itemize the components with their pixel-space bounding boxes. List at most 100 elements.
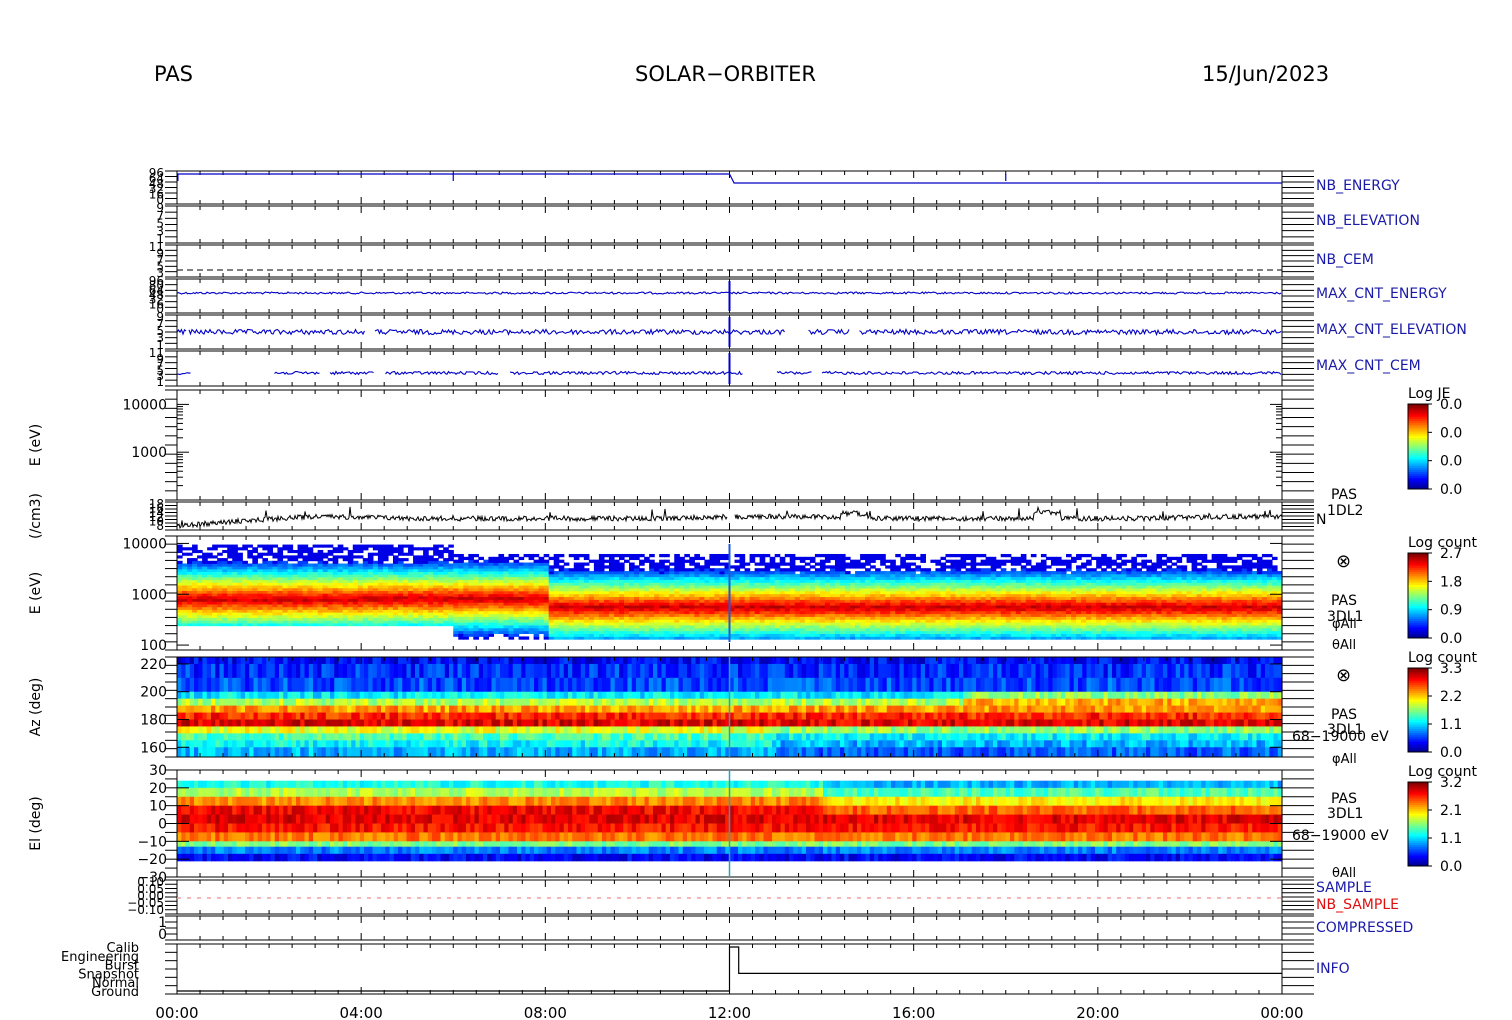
spectrogram-cell xyxy=(749,553,756,558)
spectrogram-cell xyxy=(227,617,233,621)
spectrogram-cell xyxy=(794,627,801,632)
spectrogram-cell xyxy=(578,553,585,558)
spectrogram-cell xyxy=(548,599,555,603)
spectrogram-cell xyxy=(347,617,354,621)
spectrogram-cell xyxy=(337,547,344,551)
spectrogram-cell xyxy=(543,573,550,578)
spectrogram-cell xyxy=(684,619,690,623)
spectrogram-cell xyxy=(513,568,520,572)
spectrogram-cell xyxy=(814,599,821,603)
spectrogram-cell xyxy=(845,576,851,580)
spectrogram-cell xyxy=(890,573,896,578)
spectrogram-cell xyxy=(372,620,379,624)
spectrogram-cell xyxy=(624,579,630,583)
spectrogram-cell xyxy=(523,590,530,595)
spectrogram-cell xyxy=(262,547,269,551)
spectrogram-cell xyxy=(357,609,364,613)
spectrogram-cell xyxy=(639,596,645,600)
spectrogram-cell xyxy=(754,613,761,617)
spectrogram-cell xyxy=(387,552,394,556)
spectrogram-cell xyxy=(327,579,334,583)
spectrogram-cell xyxy=(242,623,248,627)
spectrogram-cell xyxy=(829,573,836,578)
spectrogram-cell xyxy=(423,582,429,586)
spectrogram-cell xyxy=(433,623,439,627)
spectrogram-cell xyxy=(774,579,781,583)
spectrogram-cell xyxy=(709,619,716,623)
spectrogram-cell xyxy=(478,582,484,586)
spectrogram-cell xyxy=(202,587,208,591)
spectrogram-cell xyxy=(418,612,424,616)
spectrogram-cell xyxy=(654,562,660,566)
spectrogram-cell xyxy=(362,571,369,575)
spectrogram-cell xyxy=(639,613,645,617)
spectrogram-cell xyxy=(257,590,263,594)
spectrogram-cell xyxy=(398,560,404,564)
spectrogram-cell xyxy=(282,579,289,583)
spectrogram-cell xyxy=(759,627,766,632)
spectrogram-cell xyxy=(493,602,500,606)
spectrogram-cell xyxy=(624,602,630,606)
spectrogram-cell xyxy=(468,565,474,569)
spectrogram-cell xyxy=(714,625,721,629)
spectrogram-cell xyxy=(302,547,309,551)
spectrogram-cell xyxy=(222,582,228,586)
spectrogram-cell xyxy=(598,568,605,572)
spectrogram-cell xyxy=(438,614,444,619)
spectrogram-cell xyxy=(182,568,188,573)
spectrogram-cell xyxy=(855,636,861,640)
spectrogram-cell xyxy=(659,585,665,589)
spectrogram-cell xyxy=(267,552,274,556)
spectrogram-cell xyxy=(553,625,560,629)
spectrogram-cell xyxy=(659,630,665,634)
spectrogram-cell xyxy=(573,573,580,578)
spectrogram-cell xyxy=(352,623,359,627)
spectrogram-cell xyxy=(639,553,645,558)
spectrogram-cell xyxy=(694,608,700,612)
spectrogram-cell xyxy=(453,627,459,632)
spectrogram-cell xyxy=(473,633,479,637)
spectrogram-cell xyxy=(277,582,284,586)
spectrogram-cell xyxy=(749,576,756,580)
spectrogram-cell xyxy=(769,579,776,583)
spectrogram-cell xyxy=(322,614,329,619)
spectrogram-cell xyxy=(699,625,705,629)
spectrogram-cell xyxy=(463,568,469,572)
spectrogram-cell xyxy=(558,565,565,569)
spectrogram-cell xyxy=(387,577,394,581)
spectrogram-cell xyxy=(227,595,233,600)
spectrogram-cell xyxy=(187,609,193,613)
spectrogram-cell xyxy=(433,598,439,602)
spectrogram-cell xyxy=(734,627,741,632)
spectrogram-cell xyxy=(423,601,429,605)
spectrogram-cell xyxy=(789,596,796,600)
spectrogram-cell xyxy=(247,612,253,616)
spectrogram-cell xyxy=(237,574,243,578)
spectrogram-cell xyxy=(327,601,334,605)
spectrogram-cell xyxy=(227,544,233,548)
spectrogram-cell xyxy=(573,588,580,592)
spectrogram-cell xyxy=(177,623,183,627)
spectrogram-cell xyxy=(719,571,726,575)
spectrogram-cell xyxy=(563,619,570,623)
spectrogram-cell xyxy=(207,547,213,551)
spectrogram-cell xyxy=(337,593,344,597)
spectrogram-cell xyxy=(799,582,806,586)
spectrogram-cell xyxy=(428,617,434,621)
spectrogram-cell xyxy=(809,579,816,583)
spectrogram-cell xyxy=(488,602,495,606)
spectrogram-cell xyxy=(312,617,319,621)
spectrogram-cell xyxy=(568,627,575,632)
spectrogram-cell xyxy=(533,610,540,615)
spectrogram-cell xyxy=(699,619,705,623)
spectrogram-cell xyxy=(804,602,811,606)
spectrogram-cell xyxy=(624,613,630,617)
spectrogram-cell xyxy=(749,627,756,632)
spectrogram-cell xyxy=(689,619,695,623)
spectrogram-cell xyxy=(875,636,881,640)
spectrogram-cell xyxy=(764,622,771,626)
spectrogram-cell xyxy=(458,605,464,609)
spectrogram-cell xyxy=(347,552,354,556)
spectrogram-cell xyxy=(478,608,484,612)
spectrogram-cell xyxy=(543,568,550,572)
